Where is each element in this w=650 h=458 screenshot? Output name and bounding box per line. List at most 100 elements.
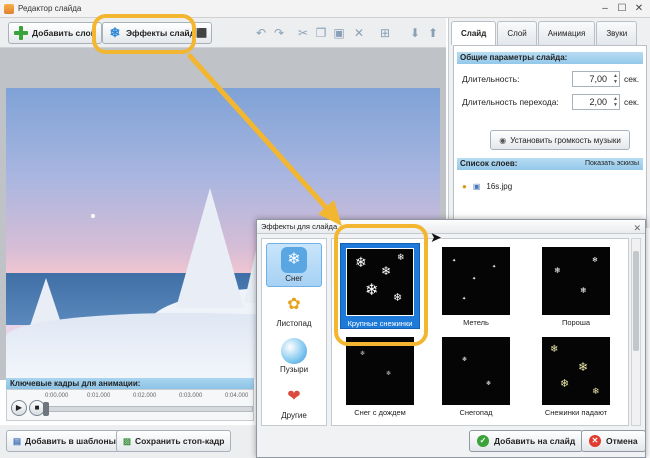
add-to-slide-label: Добавить на слайд bbox=[494, 436, 576, 446]
snowflake-icon: ❄ bbox=[360, 351, 366, 357]
cut-icon[interactable]: ✂ bbox=[294, 24, 312, 42]
clip-icon: ⬛ bbox=[196, 27, 208, 38]
delete-icon[interactable]: ✕ bbox=[350, 24, 368, 42]
show-thumbnails-link[interactable]: Показать эскизы bbox=[585, 158, 639, 170]
picture-icon: ▨ bbox=[123, 435, 132, 446]
general-params-header: Общие параметры слайда: bbox=[457, 52, 643, 64]
spinner-arrows-icon[interactable]: ▲ ▼ bbox=[613, 73, 618, 85]
redo-icon[interactable]: ↷ bbox=[270, 24, 288, 42]
snowflake-icon: ❄ bbox=[386, 371, 392, 377]
effect-item[interactable]: ❄ ❄ ❄ ❄ Снежинки падают bbox=[536, 333, 616, 419]
tab-layer[interactable]: Слой bbox=[497, 21, 537, 45]
toolbar: Добавить слой ❄ Эффекты слайда ⬛ ↶ ↷ ✂ ❐… bbox=[0, 18, 446, 48]
cancel-icon: ✕ bbox=[589, 435, 601, 447]
tab-sounds[interactable]: Звуки bbox=[596, 21, 638, 45]
save-frame-label: Сохранить стоп-кадр bbox=[135, 436, 225, 446]
move-up-icon[interactable]: ⬆ bbox=[424, 24, 442, 42]
minimize-icon[interactable]: – bbox=[598, 3, 612, 15]
eye-icon[interactable]: ● bbox=[462, 182, 467, 191]
snowflake-icon: ❄ bbox=[560, 378, 570, 390]
transition-unit: сек. bbox=[624, 97, 640, 107]
snowflake-icon: ❄ bbox=[578, 360, 589, 374]
category-label: Другие bbox=[281, 411, 307, 420]
maximize-icon[interactable]: ☐ bbox=[615, 3, 629, 15]
bottom-bar: ▤ Добавить в шаблоны ▨ Сохранить стоп-ка… bbox=[0, 425, 260, 458]
effect-label: Снежинки падают bbox=[544, 408, 608, 417]
tab-slide[interactable]: Слайд bbox=[451, 21, 497, 45]
add-template-button[interactable]: ▤ Добавить в шаблоны bbox=[6, 430, 123, 452]
effects-scrollbar[interactable] bbox=[631, 238, 641, 426]
spinner-arrows-icon[interactable]: ▲ ▼ bbox=[613, 96, 618, 108]
bubble-icon bbox=[281, 338, 307, 364]
highlight-effects-button bbox=[92, 14, 196, 54]
add-layer-button[interactable]: Добавить слой bbox=[8, 22, 102, 44]
add-to-slide-button[interactable]: ✓ Добавить на слайд bbox=[469, 430, 584, 452]
hearts-icon: ❤ bbox=[287, 388, 301, 405]
timeline-track[interactable] bbox=[45, 406, 253, 412]
moon bbox=[91, 214, 95, 218]
template-icon: ▤ bbox=[13, 435, 22, 446]
play-button[interactable]: ▶ bbox=[11, 400, 27, 416]
timeline-tick: 0:04.000 bbox=[225, 393, 249, 399]
move-down-icon[interactable]: ⬇ bbox=[406, 24, 424, 42]
set-music-volume-button[interactable]: ◉ Установить громкость музыки bbox=[490, 130, 630, 150]
dialog-close-icon[interactable]: ✕ bbox=[633, 221, 641, 235]
tab-animation[interactable]: Анимация bbox=[537, 21, 596, 45]
category-bubbles[interactable]: Пузыри bbox=[266, 335, 322, 379]
category-label: Снег bbox=[285, 274, 303, 283]
category-other[interactable]: ❤ Другие bbox=[266, 381, 322, 425]
effect-categories: ❄ Снег ✿ Листопад Пузыри ❤ Другие bbox=[261, 238, 327, 426]
slide-tab-content: Общие параметры слайда: Длительность: 7,… bbox=[453, 45, 647, 228]
duration-unit: сек. bbox=[624, 74, 640, 84]
effect-item[interactable]: ❄ ❄ ❄ Пороша bbox=[536, 243, 616, 329]
paste-icon[interactable]: ▣ bbox=[330, 24, 348, 42]
transition-duration-input[interactable]: 2,00 ▲ ▼ bbox=[572, 94, 620, 110]
timeline-slider[interactable] bbox=[43, 402, 49, 416]
snowflake-icon: ❄ bbox=[550, 344, 559, 355]
effect-thumbnail: ❄ ❄ ❄ ❄ bbox=[542, 337, 610, 405]
transition-duration-value: 2,00 bbox=[589, 97, 607, 107]
snowflake-icon: ✦ bbox=[472, 276, 477, 282]
effect-item[interactable]: ✦ ✦ ✦ ✦ Метель bbox=[436, 243, 516, 329]
effect-label: Снег с дождем bbox=[354, 408, 406, 417]
category-leaves[interactable]: ✿ Листопад bbox=[266, 289, 322, 333]
timeline-tick: 0:00.000 bbox=[45, 393, 69, 399]
layer-filename: 16s.jpg bbox=[486, 182, 513, 191]
category-snow[interactable]: ❄ Снег bbox=[266, 243, 322, 287]
snowflake-icon: ❄ bbox=[592, 257, 598, 264]
effect-thumbnail: ❄ ❄ ❄ bbox=[542, 247, 610, 315]
image-icon: ▣ bbox=[472, 182, 481, 191]
snow-tree bbox=[176, 188, 244, 308]
add-layer-label: Добавить слой bbox=[32, 28, 96, 38]
copy-icon[interactable]: ❐ bbox=[312, 24, 330, 42]
effect-label: Метель bbox=[463, 318, 489, 327]
snowflake-icon: ✦ bbox=[452, 258, 457, 264]
cancel-button[interactable]: ✕ Отмена bbox=[581, 430, 646, 452]
duration-input[interactable]: 7,00 ▲ ▼ bbox=[572, 71, 620, 87]
effect-thumbnail: ❄ ❄ bbox=[346, 337, 414, 405]
close-icon[interactable]: ✕ bbox=[632, 3, 646, 15]
category-label: Пузыри bbox=[279, 365, 309, 374]
timeline-tick: 0:03.000 bbox=[179, 393, 203, 399]
snowflake-icon: ❄ bbox=[592, 386, 600, 396]
window-title: Редактор слайда bbox=[18, 4, 82, 13]
align-icon[interactable]: ⊞ bbox=[376, 24, 394, 42]
snowflake-icon: ❄ bbox=[486, 381, 492, 387]
layer-item[interactable]: ● ▣ 16s.jpg bbox=[462, 182, 512, 191]
effect-label: Снегопад bbox=[459, 408, 493, 417]
add-template-label: Добавить в шаблоны bbox=[25, 436, 116, 446]
effect-item[interactable]: ❄ ❄ Снегопад bbox=[436, 333, 516, 419]
properties-panel: Слайд Слой Анимация Звуки Общие параметр… bbox=[448, 18, 650, 228]
snowflake-icon: ❄ bbox=[281, 247, 307, 273]
timeline[interactable]: 0:00.000 0:01.000 0:02.000 0:03.000 0:04… bbox=[6, 389, 254, 421]
effect-thumbnail: ✦ ✦ ✦ ✦ bbox=[442, 247, 510, 315]
effect-thumbnail: ❄ ❄ bbox=[442, 337, 510, 405]
scrollbar-thumb[interactable] bbox=[633, 251, 639, 351]
layers-header: Список слоев: Показать эскизы bbox=[457, 158, 643, 170]
app-icon bbox=[4, 3, 14, 14]
save-frame-button[interactable]: ▨ Сохранить стоп-кадр bbox=[116, 430, 232, 452]
effect-label: Пороша bbox=[561, 318, 591, 327]
snowflake-icon: ❄ bbox=[554, 266, 561, 275]
undo-icon[interactable]: ↶ bbox=[252, 24, 270, 42]
dialog-title-bar: Эффекты для слайда ✕ bbox=[257, 220, 645, 234]
